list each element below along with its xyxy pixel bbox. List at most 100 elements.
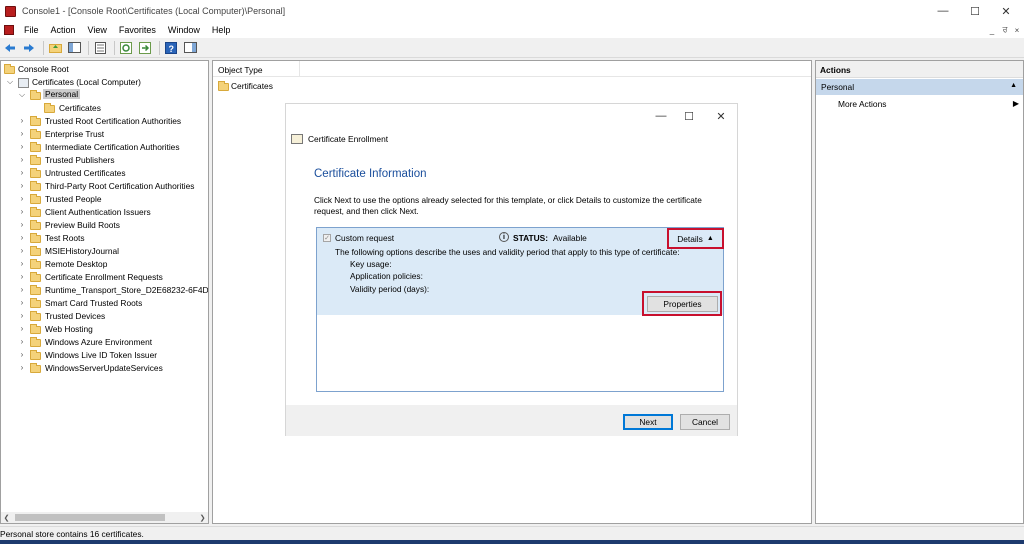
expand-chevron-icon[interactable]: › xyxy=(18,259,26,268)
cancel-button[interactable]: Cancel xyxy=(680,414,730,430)
horizontal-scrollbar[interactable]: ❮ ❯ xyxy=(1,512,208,523)
list-item-label: Certificates xyxy=(231,81,273,91)
menu-favorites[interactable]: Favorites xyxy=(113,25,162,35)
mdi-close-button[interactable]: × xyxy=(1011,22,1023,38)
submenu-arrow-icon[interactable]: ▶ xyxy=(1013,99,1019,108)
expand-chevron-icon[interactable]: › xyxy=(18,142,26,151)
expand-chevron-icon[interactable]: › xyxy=(18,116,26,125)
mdi-minimize-button[interactable]: _ xyxy=(986,22,998,38)
expand-chevron-icon[interactable]: › xyxy=(18,194,26,203)
details-button[interactable]: Details ▲ xyxy=(667,228,724,249)
tree-label: Client Authentication Issuers xyxy=(45,207,151,217)
scroll-thumb[interactable] xyxy=(15,514,165,521)
properties-icon[interactable] xyxy=(92,40,108,56)
tree-label: Smart Card Trusted Roots xyxy=(45,298,143,308)
next-button[interactable]: Next xyxy=(623,414,673,430)
folder-icon xyxy=(30,272,41,282)
actions-section-label: Personal xyxy=(821,82,855,92)
dialog-close-button[interactable]: ✕ xyxy=(711,108,731,124)
up-folder-icon[interactable] xyxy=(47,40,63,56)
expand-chevron-icon[interactable]: › xyxy=(18,181,26,190)
custom-request-checkbox[interactable]: ✓ xyxy=(323,234,331,242)
request-name: Custom request xyxy=(335,233,395,243)
actions-pane: Actions Personal ▲ More Actions ▶ xyxy=(815,60,1024,524)
expand-chevron-icon[interactable]: › xyxy=(18,285,26,294)
expand-chevron-icon[interactable]: › xyxy=(18,311,26,320)
title-bar: Console1 - [Console Root\Certificates (L… xyxy=(0,0,1024,22)
tree-label: Windows Azure Environment xyxy=(45,337,153,347)
expand-chevron-icon[interactable]: › xyxy=(18,220,26,229)
column-divider[interactable] xyxy=(299,61,300,76)
help-icon[interactable]: ? xyxy=(163,40,179,56)
tree-label: Personal xyxy=(43,89,81,99)
expand-chevron-icon[interactable]: › xyxy=(18,272,26,281)
toolbar: ? xyxy=(0,38,1024,58)
collapse-caret-icon[interactable]: ▲ xyxy=(1010,82,1017,89)
folder-icon xyxy=(30,207,41,217)
console-tree-pane: Console Root ⌵ Certificates (Local Compu… xyxy=(0,60,209,524)
console-menu-icon[interactable] xyxy=(4,25,14,35)
export-list-icon[interactable] xyxy=(137,40,153,56)
show-action-pane-icon[interactable] xyxy=(182,40,198,56)
properties-button[interactable]: Properties xyxy=(647,296,718,312)
refresh-icon[interactable] xyxy=(118,40,134,56)
maximize-button[interactable]: ☐ xyxy=(959,0,991,22)
expand-chevron-icon[interactable]: › xyxy=(18,246,26,255)
svg-text:?: ? xyxy=(169,44,175,54)
tree-label: Console Root xyxy=(18,64,69,74)
certificate-icon xyxy=(291,134,303,144)
toolbar-separator xyxy=(43,40,44,55)
scroll-left-icon[interactable]: ❮ xyxy=(1,512,12,523)
actions-section-personal[interactable]: Personal ▲ xyxy=(816,79,1023,95)
folder-icon xyxy=(30,298,41,308)
expand-chevron-icon[interactable]: › xyxy=(18,233,26,242)
expand-chevron-icon[interactable]: › xyxy=(18,324,26,333)
scroll-right-icon[interactable]: ❯ xyxy=(197,512,208,523)
show-hide-tree-icon[interactable] xyxy=(66,40,82,56)
mdi-restore-button[interactable]: ਰ xyxy=(999,22,1011,38)
back-icon[interactable] xyxy=(2,40,18,56)
collapse-chevron-icon[interactable]: ⌵ xyxy=(6,77,14,87)
menu-window[interactable]: Window xyxy=(162,25,206,35)
minimize-button[interactable]: — xyxy=(927,0,959,22)
expand-chevron-icon[interactable]: › xyxy=(18,168,26,177)
folder-icon xyxy=(4,64,15,74)
expand-chevron-icon[interactable]: › xyxy=(18,298,26,307)
column-object-type[interactable]: Object Type xyxy=(218,65,263,75)
expand-chevron-icon[interactable]: › xyxy=(18,129,26,138)
dialog-intro-text: Click Next to use the options already se… xyxy=(314,195,702,216)
collapse-chevron-icon[interactable]: ⌵ xyxy=(18,90,26,100)
expand-chevron-icon[interactable]: › xyxy=(18,363,26,372)
folder-icon xyxy=(30,350,41,360)
status-label: STATUS: xyxy=(513,233,549,243)
folder-icon xyxy=(30,246,41,256)
expand-chevron-icon[interactable]: › xyxy=(18,207,26,216)
tree-label: Trusted Devices xyxy=(45,311,106,321)
menu-view[interactable]: View xyxy=(82,25,113,35)
status-value: Available xyxy=(553,233,587,243)
expand-chevron-icon[interactable]: › xyxy=(18,155,26,164)
expand-chevron-icon[interactable]: › xyxy=(18,337,26,346)
validity-period-label: Validity period (days): xyxy=(350,284,430,294)
menu-action[interactable]: Action xyxy=(45,25,82,35)
menu-help[interactable]: Help xyxy=(206,25,237,35)
folder-icon xyxy=(30,285,41,295)
tree-label: Certificate Enrollment Requests xyxy=(45,272,163,282)
expand-chevron-icon[interactable]: › xyxy=(18,350,26,359)
folder-icon xyxy=(30,116,41,126)
close-button[interactable]: ✕ xyxy=(990,0,1022,22)
tree-label: Windows Live ID Token Issuer xyxy=(45,350,158,360)
window-title: Console1 - [Console Root\Certificates (L… xyxy=(22,6,286,16)
dialog-heading: Certificate Information xyxy=(314,168,427,180)
more-actions-item[interactable]: More Actions xyxy=(838,99,886,109)
tree-label: Certificates xyxy=(59,103,101,113)
forward-icon[interactable] xyxy=(21,40,37,56)
dialog-minimize-button[interactable]: — xyxy=(651,108,671,124)
tree-label: Web Hosting xyxy=(45,324,93,334)
menu-file[interactable]: File xyxy=(18,25,45,35)
tree-label: Test Roots xyxy=(45,233,85,243)
custom-request-row[interactable]: ✓ Custom request i STATUS: Available Det… xyxy=(317,228,724,316)
details-button-label: Details xyxy=(677,233,703,244)
dialog-maximize-button[interactable]: ☐ xyxy=(679,108,699,124)
column-header[interactable]: Object Type xyxy=(213,61,811,77)
